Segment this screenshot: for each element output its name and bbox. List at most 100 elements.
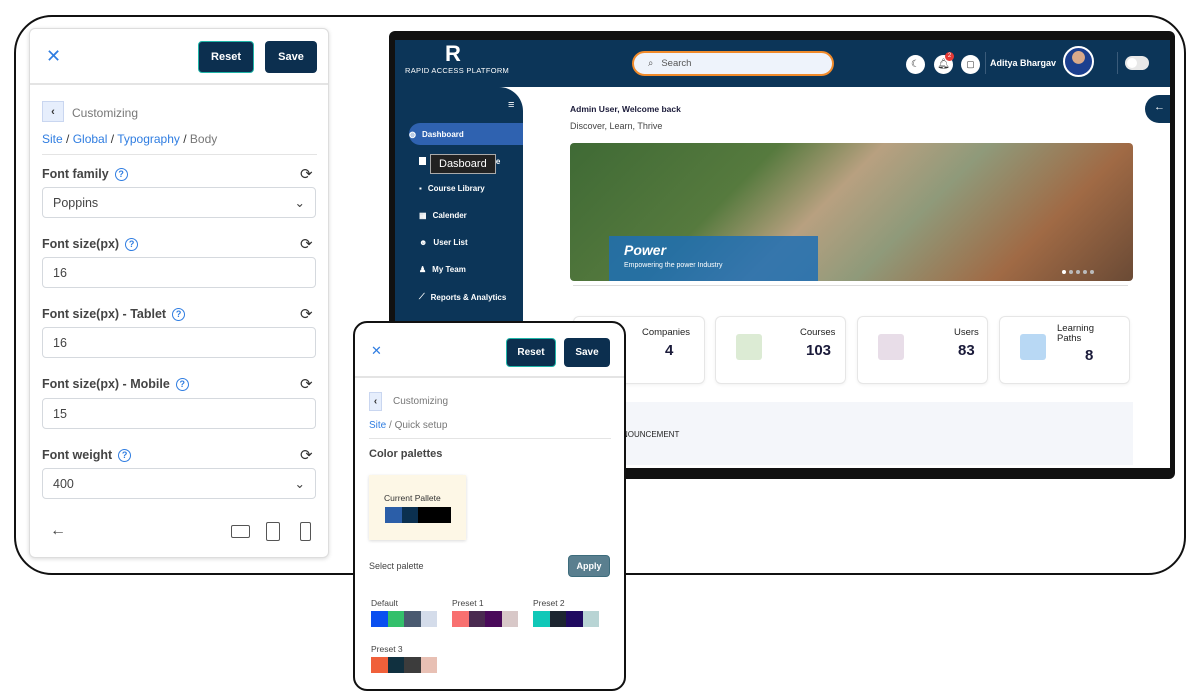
current-palette-swatches [385,507,451,523]
color-swatch [434,507,451,523]
select-palette-label: Select palette [369,561,424,571]
help-icon[interactable]: ? [118,448,132,462]
color-swatch [549,611,566,627]
breadcrumb: Site / Global / Typography / Body [42,132,218,146]
palette-name: Default [371,598,398,608]
avatar[interactable] [1063,46,1094,77]
breadcrumb-body: Body [189,132,218,146]
font-size-tablet-label: Font size(px) - Tablet? [42,307,186,321]
book-icon: ▪ [419,184,422,193]
reset-field-icon[interactable]: ⟳ [300,375,313,393]
chevron-down-icon: ⌄ [294,196,305,210]
color-swatch [485,611,502,627]
announcement-section: NOUNCEMENT [570,402,1133,465]
tooltip: Dasboard [430,154,496,174]
carousel-dots[interactable] [1062,270,1094,274]
dashboard-icon: ◍ [409,130,416,139]
stat-card-learning-paths[interactable]: Learning Paths 8 [999,316,1130,384]
sidebar-item-calender[interactable]: ▦ Calender [419,211,467,220]
sidebar-item-reports[interactable]: ⟋ Reports & Analytics [419,292,506,302]
chat-icon[interactable]: ▢ [961,55,980,74]
desktop-icon[interactable] [231,525,250,538]
breadcrumb-typography[interactable]: Typography [117,132,180,146]
color-swatch [501,611,518,627]
color-swatch [582,611,599,627]
palette-preset-default[interactable]: Default [371,598,437,627]
back-button[interactable]: ‹ [369,392,382,411]
color-swatch [401,507,418,523]
save-button[interactable]: Save [265,41,317,73]
palette-preset-preset-3[interactable]: Preset 3 [371,644,437,673]
help-icon[interactable]: ? [125,237,139,251]
color-swatch [404,611,421,627]
reset-button[interactable]: Reset [198,41,254,73]
palette-name: Preset 1 [452,598,484,608]
stat-card-users[interactable]: Users 83 [857,316,988,384]
banner-title: Power [624,242,667,258]
font-size-mobile-input[interactable]: 15 [42,398,316,429]
font-size-tablet-input[interactable]: 16 [42,327,316,358]
font-size-mobile-label: Font size(px) - Mobile? [42,377,189,391]
breadcrumb-site[interactable]: Site [369,420,386,431]
chart-icon: ⟋ [419,292,425,301]
collapse-arrow-icon[interactable]: ← [1145,95,1170,123]
reset-field-icon[interactable]: ⟳ [300,446,313,464]
breadcrumb-quick-setup: Quick setup [394,420,448,431]
menu-icon[interactable]: ≡ [508,99,514,111]
current-palette-card: Current Pallete [369,475,466,540]
palette-name: Preset 2 [533,598,565,608]
back-button[interactable]: ‹ [42,101,64,122]
notification-badge: 2 [945,52,954,61]
stat-card-courses[interactable]: Courses 103 [715,316,846,384]
help-icon[interactable]: ? [175,377,189,391]
customizer-panel-typography: ✕ Reset Save ‹ Customizing Site / Global… [29,28,329,558]
customizing-label: Customizing [393,396,449,407]
font-family-label: Font family? [42,167,128,181]
help-icon[interactable]: ? [114,167,128,181]
welcome-text: Admin User, Welcome back [570,104,681,114]
tablet-icon[interactable] [266,522,280,541]
customizer-panel-quick-setup: ✕ Reset Save ‹ Customizing Site / Quick … [353,321,626,691]
color-swatch [420,611,437,627]
apply-button[interactable]: Apply [568,555,610,577]
save-button[interactable]: Save [564,338,610,367]
palette-preset-preset-2[interactable]: Preset 2 [533,598,599,627]
sidebar-item-course-library[interactable]: ▪ Course Library [419,184,485,193]
users-icon: ☻ [419,238,428,247]
hero-banner[interactable]: Power Empowering the power Industry [570,143,1133,281]
chevron-down-icon: ⌄ [294,477,305,491]
reset-button[interactable]: Reset [506,338,556,367]
color-swatch [468,611,485,627]
font-family-select[interactable]: Poppins ⌄ [42,187,316,218]
color-swatch [387,657,404,673]
palette-name: Preset 3 [371,644,403,654]
banner-caption: Power Empowering the power Industry [609,236,818,281]
banner-subtitle: Empowering the power Industry [624,262,723,269]
sidebar-label: Dashboard [421,130,464,139]
dark-mode-icon[interactable]: ☾ [906,55,925,74]
close-icon[interactable]: ✕ [371,343,382,359]
color-swatch [533,611,550,627]
user-name: Aditya Bhargav [990,58,1057,68]
arrow-left-icon[interactable]: ← [50,522,66,540]
mobile-icon[interactable] [300,522,311,541]
reset-field-icon[interactable]: ⟳ [300,305,313,323]
font-size-input[interactable]: 16 [42,257,316,288]
theme-toggle[interactable] [1125,56,1149,70]
palette-preset-preset-1[interactable]: Preset 1 [452,598,518,627]
font-weight-label: Font weight? [42,448,132,462]
close-icon[interactable]: ✕ [46,46,61,67]
help-icon[interactable]: ? [172,307,186,321]
reset-field-icon[interactable]: ⟳ [300,165,313,183]
color-swatch [418,507,435,523]
font-size-label: Font size(px)? [42,237,139,251]
sidebar-item-my-team[interactable]: ♟ My Team [419,265,466,274]
color-swatch [452,611,469,627]
tagline: Discover, Learn, Thrive [570,121,663,131]
breadcrumb-site[interactable]: Site [42,132,63,146]
search-input[interactable]: ⌕ Search [632,51,834,76]
font-weight-select[interactable]: 400 ⌄ [42,468,316,499]
sidebar-item-user-list[interactable]: ☻ User List [419,238,468,247]
breadcrumb-global[interactable]: Global [73,132,108,146]
reset-field-icon[interactable]: ⟳ [300,235,313,253]
